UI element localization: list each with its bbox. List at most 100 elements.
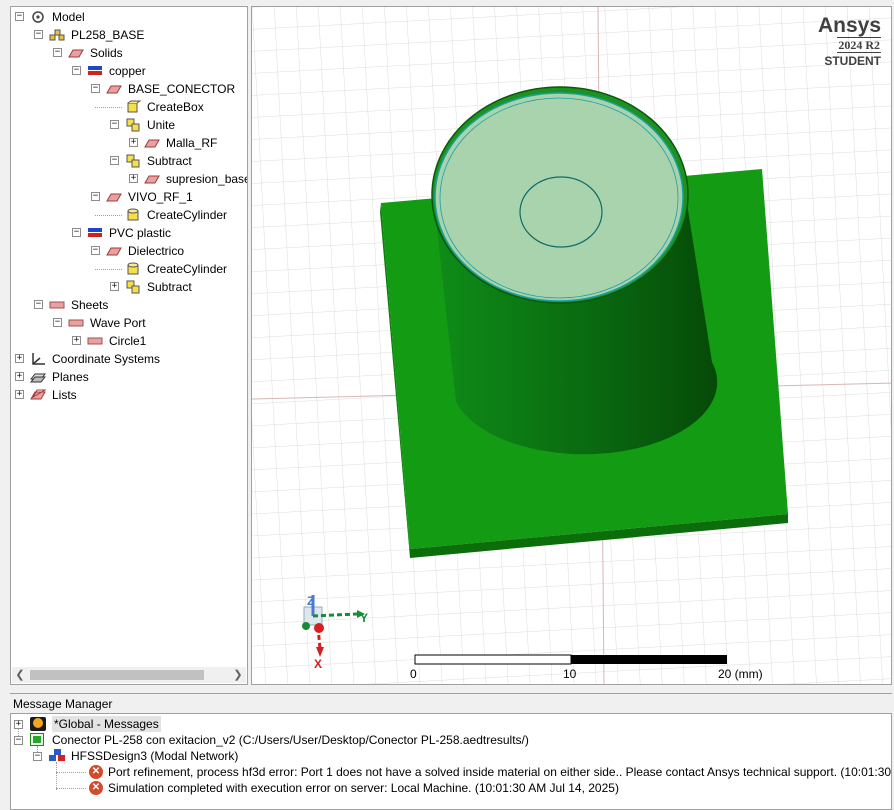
axis-x-label: X <box>314 657 322 671</box>
collapse-minus-icon[interactable]: − <box>33 752 42 761</box>
ansys-brand: Ansys 2024 R2 STUDENT <box>818 15 881 69</box>
sheet-icon <box>49 298 65 312</box>
tree-item-createbox[interactable]: CreateBox <box>11 98 247 116</box>
collapse-minus-icon[interactable]: − <box>53 48 62 57</box>
tree-item-cyl2[interactable]: CreateCylinder <box>11 260 247 278</box>
tree-item-label: Circle1 <box>109 334 147 348</box>
collapse-minus-icon[interactable]: − <box>110 120 119 129</box>
tree-item-supresion[interactable]: + supresion_base <box>11 170 247 188</box>
operation-icon <box>125 280 141 294</box>
collapse-minus-icon[interactable]: − <box>53 318 62 327</box>
axes-icon <box>30 352 46 366</box>
tree-item-vivo-rf[interactable]: − VIVO_RF_1 <box>11 188 247 206</box>
tree-item-planes[interactable]: + Planes <box>11 368 247 386</box>
tree-item-label: Model <box>52 10 85 24</box>
brand-version: 2024 R2 <box>837 37 881 53</box>
expand-plus-icon[interactable]: + <box>15 354 24 363</box>
tree-item-model[interactable]: − Model <box>11 8 247 26</box>
solid-icon <box>106 190 122 204</box>
collapse-minus-icon[interactable]: − <box>91 246 100 255</box>
tree-item-dielectrico[interactable]: − Dielectrico <box>11 242 247 260</box>
expand-plus-icon[interactable]: + <box>129 138 138 147</box>
tree-item-base-conector[interactable]: − BASE_CONECTOR <box>11 80 247 98</box>
viewport-canvas[interactable]: Z Y X <box>252 7 892 685</box>
tree-item-unite[interactable]: − Unite <box>11 116 247 134</box>
tree-item-label: Lists <box>52 388 77 402</box>
tree-item-label: VIVO_RF_1 <box>128 190 193 204</box>
model-icon <box>30 10 46 24</box>
solid-icon <box>106 82 122 96</box>
tree-item-pvc[interactable]: − PVC plastic <box>11 224 247 242</box>
collapse-minus-icon[interactable]: − <box>34 30 43 39</box>
error-message-text: Simulation completed with execution erro… <box>108 781 619 795</box>
tree-item-lists[interactable]: + Lists <box>11 386 247 404</box>
tree-item-label: copper <box>109 64 146 78</box>
tree-item-malla-rf[interactable]: + Malla_RF <box>11 134 247 152</box>
scroll-left-arrow-icon[interactable]: ❮ <box>12 667 28 683</box>
tree-item-label: Planes <box>52 370 89 384</box>
tree-item-label: Dielectrico <box>128 244 185 258</box>
error-icon: ✕ <box>89 765 103 779</box>
axis-z-label: Z <box>307 594 314 608</box>
tree-item-subtract2[interactable]: + Subtract <box>11 278 247 296</box>
collapse-minus-icon[interactable]: − <box>91 84 100 93</box>
tree-item-copper[interactable]: − copper <box>11 62 247 80</box>
tree-item-label: Wave Port <box>90 316 146 330</box>
tree-horizontal-scrollbar[interactable]: ❮ ❯ <box>12 667 246 683</box>
tree-item-label: CreateCylinder <box>147 262 228 276</box>
axis-y-label: Y <box>360 611 368 625</box>
collapse-minus-icon[interactable]: − <box>14 736 23 745</box>
solid-icon <box>144 172 160 186</box>
collapse-minus-icon[interactable]: − <box>15 12 24 21</box>
expand-plus-icon[interactable]: + <box>110 282 119 291</box>
global-messages-label: *Global - Messages <box>52 716 161 732</box>
tree-item-subtract1[interactable]: − Subtract <box>11 152 247 170</box>
collapse-minus-icon[interactable]: − <box>72 228 81 237</box>
scroll-right-arrow-icon[interactable]: ❯ <box>230 667 246 683</box>
tree-item-label: Subtract <box>147 280 192 294</box>
error-message-text: Port refinement, process hf3d error: Por… <box>108 765 892 779</box>
tree-item-label: CreateBox <box>147 100 204 114</box>
scale-label-10: 10 <box>563 667 577 681</box>
message-manager-title: Message Manager <box>10 693 892 713</box>
tree-item-circle1[interactable]: + Circle1 <box>11 332 247 350</box>
planes-icon <box>29 370 47 384</box>
expand-plus-icon[interactable]: + <box>72 336 81 345</box>
tree-item-cyl1[interactable]: CreateCylinder <box>11 206 247 224</box>
tree-item-sheets[interactable]: − Sheets <box>11 296 247 314</box>
design-label: HFSSDesign3 (Modal Network) <box>71 749 239 763</box>
tree-item-coords[interactable]: + Coordinate Systems <box>11 350 247 368</box>
scale-bar <box>414 654 727 665</box>
operation-icon <box>125 154 141 168</box>
modeler-3d-viewport[interactable]: Z Y X Ansys 2024 R2 STUDENT 0 10 20 (mm) <box>251 6 892 685</box>
cylinder-icon <box>125 208 141 222</box>
collapse-minus-icon[interactable]: − <box>34 300 43 309</box>
error-icon: ✕ <box>89 781 103 795</box>
project-label: Conector PL-258 con exitacion_v2 (C:/Use… <box>52 733 529 747</box>
solid-icon <box>106 244 122 258</box>
material-icon <box>87 226 103 240</box>
expand-plus-icon[interactable]: + <box>15 390 24 399</box>
lists-icon <box>30 388 47 402</box>
scale-label-0: 0 <box>410 667 417 681</box>
part-group-icon <box>49 28 65 42</box>
tree-item-label: Subtract <box>147 154 192 168</box>
scroll-thumb[interactable] <box>30 670 204 680</box>
model-tree-panel[interactable]: − Model − PL258_BASE − Solids − copper − BASE_CON… <box>10 6 248 685</box>
tree-item-pl258[interactable]: − PL258_BASE <box>11 26 247 44</box>
collapse-minus-icon[interactable]: − <box>110 156 119 165</box>
hfss-design-icon <box>49 749 65 763</box>
expand-plus-icon[interactable]: + <box>129 174 138 183</box>
tree-item-label: Malla_RF <box>166 136 218 150</box>
tree-item-label: CreateCylinder <box>147 208 228 222</box>
tree-item-solids[interactable]: − Solids <box>11 44 247 62</box>
tree-item-waveport[interactable]: − Wave Port <box>11 314 247 332</box>
tree-item-label: Unite <box>147 118 176 132</box>
tree-item-label: BASE_CONECTOR <box>128 82 236 96</box>
material-icon <box>87 64 103 78</box>
collapse-minus-icon[interactable]: − <box>91 192 100 201</box>
collapse-minus-icon[interactable]: − <box>72 66 81 75</box>
message-manager-panel[interactable]: + *Global - Messages − Conector PL-258 c… <box>10 713 892 810</box>
expand-plus-icon[interactable]: + <box>15 372 24 381</box>
tree-item-label: PVC plastic <box>109 226 172 240</box>
